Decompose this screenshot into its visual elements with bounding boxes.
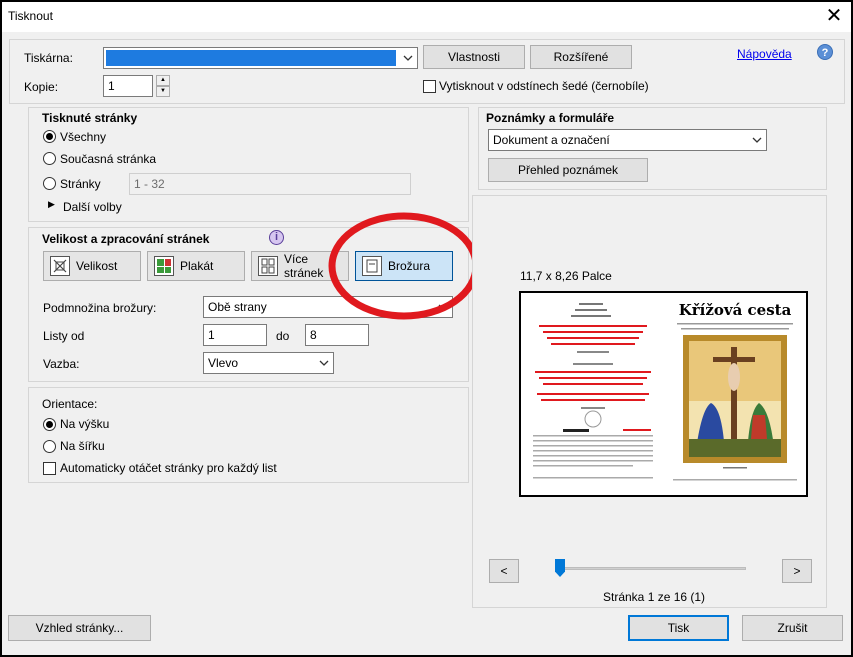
orientation-group: Orientace: Na výšku Na šířku Automaticky… — [28, 387, 469, 483]
pages-range-input[interactable]: 1 - 32 — [129, 173, 411, 195]
close-icon[interactable]: ✕ — [821, 4, 847, 28]
copies-stepper[interactable]: ▲ ▼ — [156, 75, 170, 97]
page-slider-track[interactable] — [555, 567, 746, 570]
preview-group: 11,7 x 8,26 Palce Křížová cesta < > Strá… — [472, 195, 827, 608]
sizing-heading: Velikost a zpracování stránek — [42, 232, 210, 246]
auto-rotate-checkbox[interactable] — [43, 462, 56, 475]
printer-selected-value — [106, 50, 396, 66]
print-button[interactable]: Tisk — [628, 615, 729, 641]
multiple-pages-icon — [258, 256, 278, 276]
help-icon[interactable]: ? — [817, 44, 833, 60]
info-icon[interactable]: i — [269, 230, 284, 245]
preview-right-page: Křížová cesta — [667, 299, 803, 489]
paper-size-label: 11,7 x 8,26 Palce — [520, 269, 612, 283]
comments-heading: Poznámky a formuláře — [486, 111, 615, 125]
print-dialog: Tisknout ✕ Tiskárna: Vlastnosti Rozšířen… — [0, 0, 853, 657]
landscape-label: Na šířku — [60, 439, 105, 453]
window-title: Tisknout — [8, 9, 53, 23]
stepper-up-icon[interactable]: ▲ — [156, 75, 170, 86]
pages-current-radio[interactable] — [43, 152, 56, 165]
pages-current-label: Současná stránka — [60, 152, 157, 166]
page-slider-thumb[interactable] — [555, 559, 565, 577]
prev-page-button[interactable]: < — [489, 559, 519, 583]
auto-rotate-label: Automaticky otáčet stránky pro každý lis… — [60, 461, 277, 475]
landscape-radio[interactable] — [43, 440, 56, 453]
help-link[interactable]: Nápověda — [737, 47, 792, 61]
printer-group: Tiskárna: Vlastnosti Rozšířené Nápověda … — [9, 39, 845, 104]
sheets-from-label: Listy od — [43, 329, 85, 343]
fit-size-icon — [50, 256, 70, 276]
sheets-to-label: do — [276, 329, 290, 343]
sheets-to-input[interactable]: 8 — [305, 324, 369, 346]
comments-select[interactable]: Dokument a označení — [488, 129, 767, 151]
title-bar: Tisknout ✕ — [2, 2, 851, 32]
booklet-subset-label: Podmnožina brožury: — [43, 301, 157, 315]
properties-button[interactable]: Vlastnosti — [423, 45, 525, 69]
grayscale-label: Vytisknout v odstínech šedé (černobíle) — [439, 79, 649, 93]
poster-icon — [154, 256, 174, 276]
pages-heading: Tisknuté stránky — [42, 111, 138, 125]
portrait-label: Na výšku — [60, 417, 110, 431]
orientation-heading: Orientace: — [42, 397, 98, 411]
annotation-circle — [328, 212, 480, 320]
pages-all-label: Všechny — [60, 130, 107, 144]
expand-triangle-icon[interactable]: ▶ — [48, 199, 55, 210]
copies-label: Kopie: — [24, 80, 59, 94]
pages-range-label: Stránky — [60, 177, 101, 191]
preview-left-page — [529, 301, 657, 487]
poster-button[interactable]: Plakát — [147, 251, 245, 281]
portrait-radio[interactable] — [43, 418, 56, 431]
copies-input[interactable]: 1 — [103, 75, 153, 97]
printer-label: Tiskárna: — [24, 51, 73, 65]
chevron-down-icon — [748, 130, 766, 150]
binding-select[interactable]: Vlevo — [203, 352, 334, 374]
comments-group: Poznámky a formuláře Dokument a označení… — [478, 107, 827, 190]
page-setup-button[interactable]: Vzhled stránky... — [8, 615, 151, 641]
more-options-label[interactable]: Další volby — [63, 200, 122, 214]
chevron-down-icon — [315, 353, 333, 373]
booklet-preview: Křížová cesta — [519, 291, 808, 497]
printer-select[interactable] — [103, 47, 418, 69]
grayscale-checkbox[interactable] — [423, 80, 436, 93]
stepper-down-icon[interactable]: ▼ — [156, 86, 170, 97]
advanced-button[interactable]: Rozšířené — [530, 45, 632, 69]
page-status: Stránka 1 ze 16 (1) — [603, 590, 706, 604]
cancel-button[interactable]: Zrušit — [742, 615, 843, 641]
pages-all-radio[interactable] — [43, 130, 56, 143]
sheets-from-input[interactable]: 1 — [203, 324, 267, 346]
preview-left-text-lines — [533, 303, 653, 479]
comments-summary-button[interactable]: Přehled poznámek — [488, 158, 648, 182]
pages-group: Tisknuté stránky Všechny Současná stránk… — [28, 107, 469, 222]
binding-label: Vazba: — [43, 357, 80, 371]
next-page-button[interactable]: > — [782, 559, 812, 583]
chevron-down-icon — [399, 48, 417, 68]
preview-right-graphics — [673, 323, 797, 481]
fit-size-button[interactable]: Velikost — [43, 251, 141, 281]
pages-range-radio[interactable] — [43, 177, 56, 190]
